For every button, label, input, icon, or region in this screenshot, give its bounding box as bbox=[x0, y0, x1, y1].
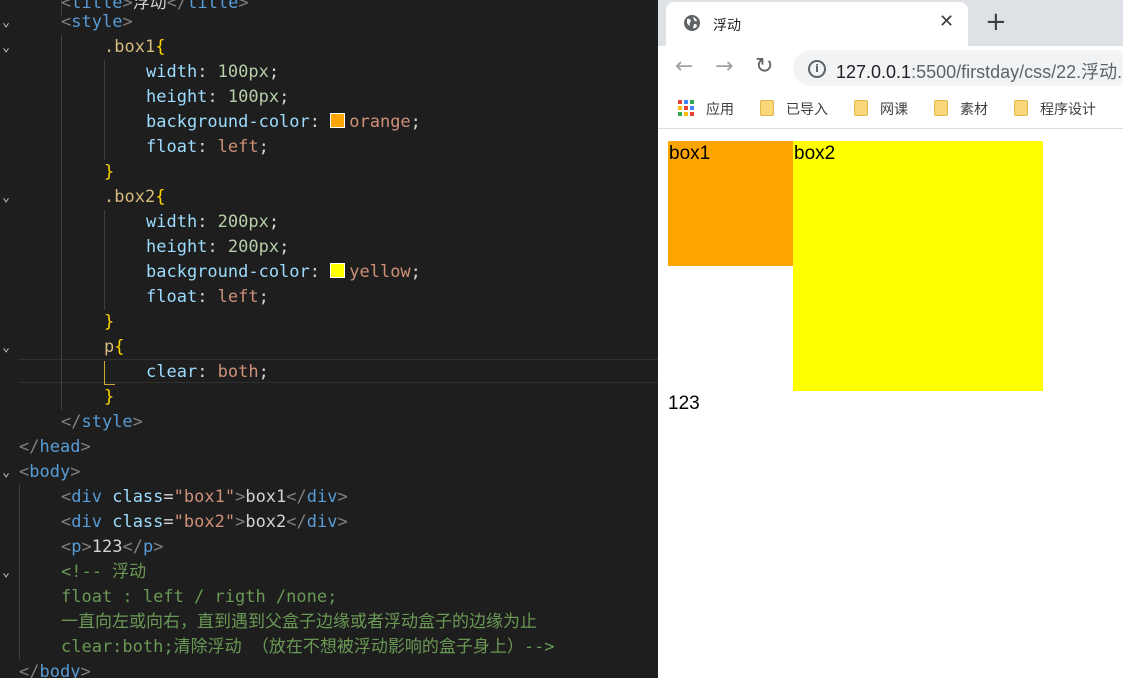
box1-label: box1 bbox=[669, 143, 711, 164]
fold-chevron-icon[interactable]: ⌄ bbox=[0, 560, 12, 585]
apps-grid-icon bbox=[678, 100, 694, 116]
address-bar[interactable]: i 127.0.0.1:5500/firstday/css/22.浮动.html bbox=[793, 50, 1123, 86]
fold-chevron-icon[interactable]: ⌄ bbox=[0, 335, 12, 360]
code-line: height: 100px; bbox=[0, 85, 658, 110]
box1-orange: box1 bbox=[668, 141, 793, 266]
indent-guide bbox=[61, 35, 62, 60]
url-path: :5500/firstday/css/22.浮动.html bbox=[911, 62, 1123, 82]
code-line: clear: both; bbox=[0, 360, 658, 385]
code-line: ⌄ p{ bbox=[0, 335, 658, 360]
bookmark-label: 网课 bbox=[880, 102, 908, 118]
new-tab-button[interactable]: + bbox=[985, 7, 1007, 37]
folder-icon bbox=[934, 100, 948, 116]
code-line: <div class="box2">box2</div> bbox=[0, 510, 658, 535]
box2-label: box2 bbox=[794, 143, 836, 164]
tab-strip: 浮动 ✕ + bbox=[658, 0, 1123, 46]
code-line: } bbox=[0, 160, 658, 185]
code-line: ⌄ <style> bbox=[0, 10, 658, 35]
url-text[interactable]: 127.0.0.1:5500/firstday/css/22.浮动.html bbox=[836, 58, 1123, 84]
tab-title: 浮动 bbox=[713, 18, 741, 34]
browser-toolbar: ← → ↻ i 127.0.0.1:5500/firstday/css/22.浮… bbox=[658, 46, 1123, 90]
code-line: } bbox=[0, 310, 658, 335]
fold-chevron-icon[interactable]: ⌄ bbox=[0, 10, 12, 35]
code-line: ⌄ .box2{ bbox=[0, 185, 658, 210]
browser-tab[interactable]: 浮动 ✕ bbox=[666, 2, 968, 46]
code-line: float: left; bbox=[0, 135, 658, 160]
code-line: ⌄ .box1{ bbox=[0, 35, 658, 60]
site-info-icon[interactable]: i bbox=[808, 60, 826, 78]
text-cursor bbox=[104, 361, 115, 385]
code-line: </head> bbox=[19, 437, 91, 457]
bookmark-label: 程序设计 bbox=[1040, 102, 1096, 118]
fold-chevron-icon[interactable]: ⌄ bbox=[0, 35, 12, 60]
code-editor[interactable]: <title>浮动</title> ⌄ <style> ⌄ .box1{ wid… bbox=[0, 0, 658, 678]
browser-window: 浮动 ✕ + ← → ↻ i 127.0.0.1:5500/firstday/c… bbox=[658, 0, 1123, 678]
globe-icon bbox=[684, 15, 700, 31]
back-arrow-icon[interactable]: ← bbox=[675, 54, 693, 80]
box2-yellow: box2 bbox=[793, 141, 1043, 391]
yellow-color-swatch[interactable] bbox=[330, 263, 346, 278]
paragraph-123: 123 bbox=[668, 393, 700, 414]
orange-color-swatch[interactable] bbox=[330, 113, 346, 128]
bookmark-label: 应用 bbox=[706, 102, 734, 118]
code-line: background-color: orange; bbox=[0, 110, 658, 135]
code-line: } bbox=[0, 385, 658, 410]
code-line: float: left; bbox=[0, 285, 658, 310]
code-line: ⌄ <body> bbox=[0, 460, 658, 485]
code-line: height: 200px; bbox=[0, 235, 658, 260]
code-line: ⌄ <!-- 浮动 bbox=[0, 560, 658, 585]
bookmarks-bar: 应用 已导入 网课 素材 程序设计 bbox=[658, 90, 1123, 129]
code-line: <div class="box1">box1</div> bbox=[0, 485, 658, 510]
code-line: </body> bbox=[19, 662, 91, 678]
url-host: 127.0.0.1 bbox=[836, 62, 912, 82]
fold-chevron-icon[interactable]: ⌄ bbox=[0, 185, 12, 210]
code-line: width: 100px; bbox=[0, 60, 658, 85]
code-line: 一直向左或向右，直到遇到父盒子边缘或者浮动盒子的边缘为止 bbox=[0, 610, 658, 635]
bookmark-label: 已导入 bbox=[786, 102, 828, 118]
code-line: width: 200px; bbox=[0, 210, 658, 235]
fold-chevron-icon[interactable]: ⌄ bbox=[0, 460, 12, 485]
folder-icon bbox=[760, 100, 774, 116]
bookmark-label: 素材 bbox=[960, 102, 988, 118]
forward-arrow-icon[interactable]: → bbox=[715, 54, 733, 80]
code-line: clear:both;清除浮动 （放在不想被浮动影响的盒子身上）--> bbox=[0, 635, 658, 660]
code-line: </style> bbox=[61, 412, 143, 432]
folder-icon bbox=[854, 100, 868, 116]
code-line: background-color: yellow; bbox=[0, 260, 658, 285]
page-viewport: box1 box2 123 bbox=[658, 129, 1123, 678]
code-line: <p>123</p> bbox=[0, 535, 658, 560]
folder-icon bbox=[1014, 100, 1028, 116]
reload-icon[interactable]: ↻ bbox=[755, 54, 773, 80]
close-tab-icon[interactable]: ✕ bbox=[939, 11, 954, 32]
code-line: float : left / rigth /none; bbox=[0, 585, 658, 610]
